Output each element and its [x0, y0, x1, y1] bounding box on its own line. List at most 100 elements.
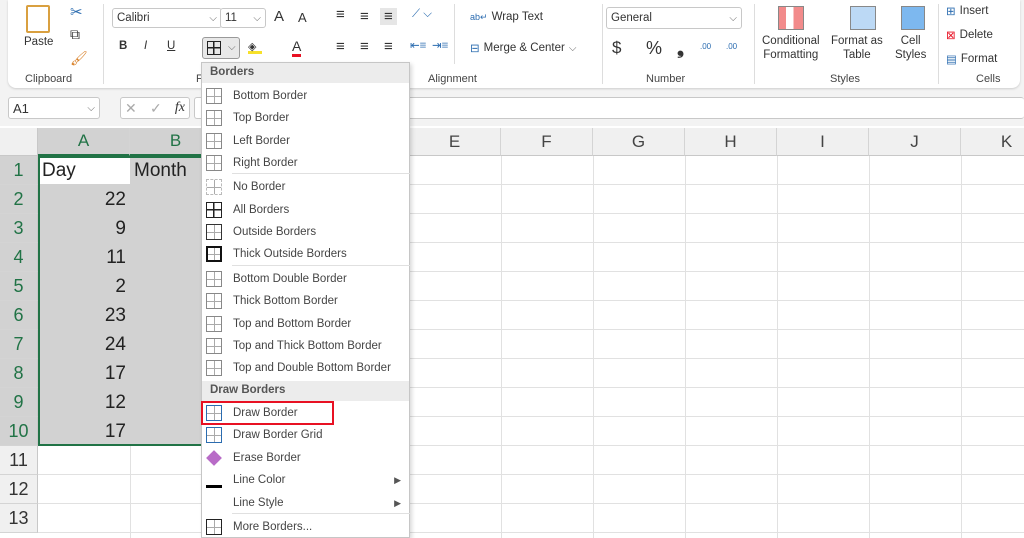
row-header-7[interactable]: 7 [0, 330, 38, 359]
menu-item-left-border[interactable]: Left Border [202, 130, 409, 152]
row-header-4[interactable]: 4 [0, 243, 38, 272]
format-painter-icon[interactable]: 🖌 [70, 50, 88, 67]
formula-actions: ✕ ✓ fx [120, 97, 190, 119]
menu-item-top-and-bottom-border[interactable]: Top and Bottom Border [202, 313, 409, 335]
menu-item-draw-border-grid[interactable]: Draw Border Grid [202, 424, 409, 446]
row-header-12[interactable]: 12 [0, 475, 38, 504]
font-name-select[interactable]: Calibri ⌵ [112, 8, 222, 28]
cell-a9[interactable]: 12 [38, 388, 130, 417]
align-center-icon[interactable]: ≡ [360, 38, 369, 55]
borders-button[interactable]: ⌵ [202, 37, 240, 59]
number-format-select[interactable]: General ⌵ [606, 7, 742, 29]
column-header-h[interactable]: H [685, 128, 777, 156]
cell-a10[interactable]: 17 [38, 417, 130, 446]
menu-item-label: Line Style [233, 497, 284, 509]
decrease-decimal-button[interactable]: .00 [726, 42, 737, 51]
align-left-icon[interactable]: ≡ [336, 38, 345, 55]
format-button[interactable]: ▤ Format [946, 52, 997, 66]
currency-button[interactable]: $ [612, 38, 621, 58]
cut-icon[interactable]: ✂ [70, 3, 83, 21]
group-divider [454, 4, 455, 64]
menu-item-right-border[interactable]: Right Border [202, 152, 409, 174]
insert-button[interactable]: ⊞ Insert [946, 4, 988, 18]
column-header-e[interactable]: E [409, 128, 501, 156]
menu-item-top-and-thick-bottom-border[interactable]: Top and Thick Bottom Border [202, 335, 409, 357]
menu-item-bottom-double-border[interactable]: Bottom Double Border [202, 268, 409, 290]
row-header-9[interactable]: 9 [0, 388, 38, 417]
column-header-f[interactable]: F [501, 128, 593, 156]
percent-button[interactable]: % [646, 38, 662, 59]
font-size-select[interactable]: 11 ⌵ [220, 8, 266, 28]
cancel-icon[interactable]: ✕ [125, 100, 137, 117]
cell-a5[interactable]: 2 [38, 272, 130, 301]
cell-a8[interactable]: 17 [38, 359, 130, 388]
gridline [777, 156, 778, 538]
paste-button[interactable]: Paste [24, 36, 53, 48]
increase-indent-icon[interactable]: ⇥≡ [432, 38, 448, 52]
menu-item-label: Left Border [233, 135, 290, 147]
underline-button[interactable]: U [167, 40, 175, 52]
enter-icon[interactable]: ✓ [150, 100, 162, 117]
bold-button[interactable]: B [119, 40, 127, 52]
row-header-11[interactable]: 11 [0, 446, 38, 475]
column-header-i[interactable]: I [777, 128, 869, 156]
menu-item-thick-bottom-border[interactable]: Thick Bottom Border [202, 290, 409, 312]
wrap-text-label: Wrap Text [491, 11, 543, 23]
bottom-align-icon[interactable]: ≡ [380, 8, 397, 25]
menu-item-more-borders[interactable]: More Borders... [202, 516, 409, 538]
row-header-5[interactable]: 5 [0, 272, 38, 301]
row-header-13[interactable]: 13 [0, 504, 38, 533]
column-header-a[interactable]: A [38, 128, 130, 156]
name-box[interactable]: A1 ⌵ [8, 97, 100, 119]
wrap-text-button[interactable]: ab↵ Wrap Text [470, 11, 543, 23]
delete-button[interactable]: ⊠ Delete [946, 28, 993, 42]
menu-item-thick-outside-borders[interactable]: Thick Outside Borders [202, 243, 409, 265]
comma-button[interactable]: ❟ [677, 38, 684, 59]
orientation-icon[interactable]: ⟋ ⌵ [412, 8, 432, 21]
cell-styles-button[interactable]: Cell Styles [895, 35, 926, 61]
menu-item-label: All Borders [233, 204, 290, 216]
copy-icon[interactable]: ⧉ [70, 26, 80, 43]
top-align-icon[interactable]: ≡ [336, 6, 345, 23]
column-header-k[interactable]: K [961, 128, 1024, 156]
menu-item-line-color[interactable]: Line Color ▶ [202, 469, 409, 491]
menu-item-outside-borders[interactable]: Outside Borders [202, 221, 409, 243]
menu-item-all-borders[interactable]: All Borders [202, 199, 409, 221]
column-header-g[interactable]: G [593, 128, 685, 156]
all-borders-icon [207, 41, 221, 55]
italic-button[interactable]: I [144, 40, 147, 52]
menu-item-top-border[interactable]: Top Border [202, 107, 409, 129]
column-header-j[interactable]: J [869, 128, 961, 156]
conditional-formatting-button[interactable]: Conditional Formatting [762, 35, 820, 61]
cell-a3[interactable]: 9 [38, 214, 130, 243]
middle-align-icon[interactable]: ≡ [360, 8, 369, 25]
font-color-button[interactable]: A [292, 38, 302, 57]
cell-a2[interactable]: 22 [38, 185, 130, 214]
row-header-8[interactable]: 8 [0, 359, 38, 388]
menu-item-draw-border[interactable]: Draw Border [201, 401, 334, 425]
shrink-font-button[interactable]: A [298, 10, 307, 25]
row-header-3[interactable]: 3 [0, 214, 38, 243]
cell-a1[interactable]: Day [38, 156, 130, 185]
cell-a7[interactable]: 24 [38, 330, 130, 359]
fill-color-button[interactable]: ◈ [248, 40, 262, 54]
row-header-10[interactable]: 10 [0, 417, 38, 446]
row-header-2[interactable]: 2 [0, 185, 38, 214]
format-as-table-button[interactable]: Format as Table [831, 35, 883, 61]
menu-item-erase-border[interactable]: Erase Border [202, 447, 409, 469]
align-right-icon[interactable]: ≡ [384, 38, 393, 55]
decrease-indent-icon[interactable]: ⇤≡ [410, 38, 426, 52]
menu-item-line-style[interactable]: Line Style ▶ [202, 492, 409, 514]
row-header-6[interactable]: 6 [0, 301, 38, 330]
merge-center-button[interactable]: ⊟ Merge & Center ⌵ [470, 41, 576, 55]
select-all-corner[interactable] [0, 128, 38, 156]
menu-item-bottom-border[interactable]: Bottom Border [202, 85, 409, 107]
cell-a4[interactable]: 11 [38, 243, 130, 272]
grow-font-button[interactable]: A [274, 8, 284, 25]
increase-decimal-button[interactable]: .00 [700, 42, 711, 51]
menu-item-top-and-double-bottom-border[interactable]: Top and Double Bottom Border [202, 357, 409, 379]
cell-a6[interactable]: 23 [38, 301, 130, 330]
row-header-1[interactable]: 1 [0, 156, 38, 185]
menu-item-no-border[interactable]: No Border [202, 176, 409, 198]
fx-icon[interactable]: fx [175, 100, 185, 116]
